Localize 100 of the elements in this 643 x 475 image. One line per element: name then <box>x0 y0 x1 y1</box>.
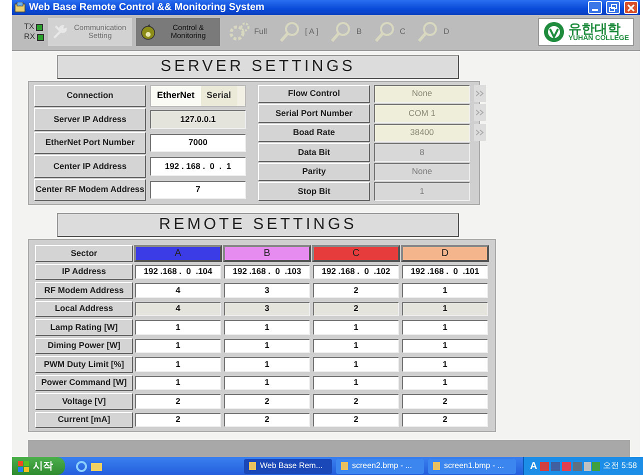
input-field[interactable]: 1 <box>402 283 488 298</box>
taskbar-button[interactable]: screen2.bmp - ... <box>336 458 424 474</box>
input-field[interactable]: 192 . 168 . 0 . 1 <box>150 157 246 176</box>
input-field[interactable]: 1 <box>313 357 399 372</box>
tray-icons-drawing <box>540 460 600 472</box>
input-field[interactable]: 1 <box>135 357 221 372</box>
restore-button[interactable] <box>606 1 620 14</box>
input-field[interactable]: 1 <box>313 338 399 353</box>
field-label: Boad Rate <box>258 124 370 142</box>
field-label: Connection <box>34 84 146 107</box>
input-field[interactable]: 1 <box>313 320 399 334</box>
close-button[interactable] <box>624 1 638 14</box>
input-field: 3 <box>224 302 310 316</box>
input-field[interactable]: 1 <box>224 357 310 372</box>
input-field[interactable]: 1 <box>224 376 310 390</box>
paint-icon <box>340 461 349 471</box>
gear-icon <box>228 21 250 44</box>
input-field[interactable]: 1 <box>135 338 221 353</box>
restore-icon <box>609 4 617 12</box>
field-label: Server IP Address <box>34 108 146 130</box>
input-field: 4 <box>135 302 221 316</box>
toggle-option[interactable]: Serial <box>200 86 238 106</box>
row-label: Local Address <box>35 300 133 317</box>
row-label: Diming Power [W] <box>35 338 133 354</box>
taskbar-button[interactable]: Web Base Rem... <box>244 458 332 474</box>
chevron-icon <box>476 90 484 96</box>
input-field: 127.0.0.1 <box>150 110 246 128</box>
input-field[interactable]: 2 <box>224 394 310 408</box>
field-label: Flow Control <box>258 84 370 103</box>
field-label: Data Bit <box>258 143 370 162</box>
paint-icon <box>432 461 441 471</box>
field-label: Center IP Address <box>34 155 146 178</box>
input-field[interactable]: 1 <box>135 320 221 334</box>
input-field[interactable]: 1 <box>402 338 488 353</box>
row-label: Sector <box>35 245 133 262</box>
input-field[interactable]: 4 <box>135 283 221 298</box>
chevron-icon <box>476 128 484 136</box>
input-field: 2 <box>313 302 399 316</box>
input-field[interactable]: 2 <box>313 412 399 427</box>
input-field[interactable]: 1 <box>224 320 310 334</box>
input-field[interactable]: 2 <box>402 412 488 427</box>
clock: 오전 5:58 <box>603 460 637 472</box>
search-icon <box>417 21 440 44</box>
app-icon <box>248 461 257 471</box>
emblem-icon <box>543 21 566 44</box>
input-field[interactable]: 3 <box>224 283 310 298</box>
indicator-label: RX <box>24 32 36 42</box>
row-label: Current [mA] <box>35 412 133 428</box>
input-field[interactable]: 1 <box>313 376 399 390</box>
section-header: REMOTE SETTINGS <box>57 213 459 237</box>
input-field[interactable]: 2 <box>224 412 310 427</box>
row-label: PWM Duty Limit [%] <box>35 356 133 372</box>
toggle-option[interactable]: EtherNet <box>151 86 201 106</box>
logo-name: 유한대학 <box>568 22 620 35</box>
indicator-label: TX <box>24 22 34 32</box>
input-field[interactable]: 1 <box>224 338 310 353</box>
row-label: RF Modem Address <box>35 282 133 298</box>
field-label: Serial Port Number <box>258 104 370 122</box>
row-label: Power Command [W] <box>35 374 133 391</box>
input-field[interactable]: 2 <box>135 394 221 408</box>
input-field[interactable]: 1 <box>135 376 221 390</box>
input-field[interactable]: 2 <box>313 283 399 298</box>
browser-icon <box>76 460 87 472</box>
row-label: Voltage [V] <box>35 393 133 410</box>
field-label: EtherNet Port Number <box>34 132 146 154</box>
search-icon <box>374 21 396 44</box>
close-icon <box>627 4 635 12</box>
input-field[interactable]: 192 .168 . 0 .103 <box>224 264 310 279</box>
input-field[interactable]: 192 .168 . 0 .101 <box>402 264 488 279</box>
input-field[interactable]: 2 <box>313 394 399 408</box>
chevron-icon <box>476 109 484 116</box>
row-label: IP Address <box>35 264 133 280</box>
input-field[interactable]: 7 <box>150 180 246 199</box>
field-label: Center RF Modem Address <box>34 178 146 201</box>
search-icon <box>330 21 352 44</box>
window-title: Web Base Remote Control && Monitoring System <box>29 1 264 15</box>
sector-header: D <box>401 245 489 262</box>
folder-icon <box>91 460 102 470</box>
input-field[interactable]: 192 .168 . 0 .104 <box>135 264 221 279</box>
input-field[interactable]: 2 <box>402 394 488 408</box>
app-icon <box>14 2 26 13</box>
input-field[interactable]: 192 .168 . 0 .102 <box>313 264 399 279</box>
fruit-icon <box>140 22 156 42</box>
input-field[interactable]: 1 <box>402 376 488 390</box>
sector-header: A <box>134 245 222 262</box>
input-field[interactable]: 1 <box>402 357 488 372</box>
minimize-button[interactable] <box>588 1 602 14</box>
input-field[interactable]: 2 <box>135 412 221 427</box>
field-label: Stop Bit <box>258 182 370 200</box>
row-label: Lamp Rating [W] <box>35 319 133 336</box>
sector-header: B <box>223 245 311 262</box>
field-label: Parity <box>258 162 370 181</box>
input-field[interactable]: 7000 <box>150 134 246 152</box>
taskbar-button[interactable]: screen1.bmp - ... <box>428 458 516 474</box>
section-header: SERVER SETTINGS <box>57 54 459 78</box>
input-field: 1 <box>402 302 488 316</box>
windows-logo-icon <box>18 460 29 472</box>
sector-header: C <box>312 245 400 262</box>
search-icon <box>279 21 302 44</box>
input-field[interactable]: 1 <box>402 320 488 334</box>
